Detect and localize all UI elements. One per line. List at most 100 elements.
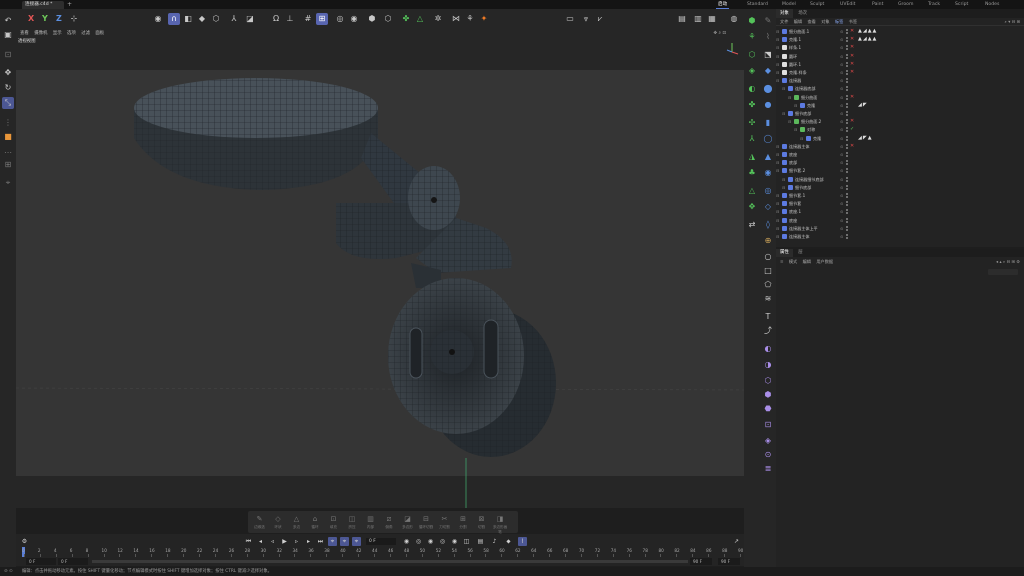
timeline-ruler[interactable] — [22, 547, 742, 557]
expand-icon[interactable]: ⊟ — [776, 192, 779, 199]
expand-icon[interactable]: ⊟ — [776, 28, 779, 35]
viewport-menu-options[interactable]: 选项 — [67, 31, 76, 36]
object-name[interactable]: 连接器主体上平 — [789, 225, 818, 232]
expand-icon[interactable]: ⊟ — [794, 126, 797, 133]
disabled-icon[interactable]: ✕ — [850, 36, 854, 43]
render-to-picture-icon[interactable]: ▦ — [706, 13, 718, 25]
editor-visibility-dot[interactable] — [846, 135, 848, 138]
cube-primitive-icon[interactable]: ◆ — [762, 65, 774, 77]
editor-visibility-dot[interactable] — [846, 209, 848, 212]
cube-object-icon[interactable]: ⬢ — [746, 15, 758, 27]
dock-tool[interactable]: ✂ 刀切割 — [437, 513, 452, 531]
disabled-icon[interactable]: ✕ — [850, 61, 854, 68]
perspective-viewport[interactable]: 透视视图 — [16, 38, 744, 508]
object-row[interactable]: ⊟ 细分曲面.2 ⊙ ✕ — [776, 118, 1024, 125]
object-row[interactable]: ⊟ 连接器细节底部 ⊙ — [776, 176, 1024, 183]
cloner-icon[interactable]: ✥ — [746, 201, 758, 213]
render-view-icon[interactable]: ◉ — [152, 13, 164, 25]
layer-icon[interactable]: ⊙ — [840, 85, 843, 92]
render-visibility-dot[interactable] — [846, 56, 848, 59]
next-key-icon[interactable]: ▸ — [304, 537, 313, 546]
disabled-icon[interactable]: ✕ — [850, 143, 854, 150]
am-menu-icon[interactable]: ≡ — [780, 259, 784, 264]
object-name[interactable]: 细节底部 — [795, 110, 811, 117]
object-row[interactable]: ⊟ 底座 ⊙ — [776, 151, 1024, 158]
layer-icon[interactable]: ⊙ — [840, 159, 843, 166]
editor-visibility-dot[interactable] — [846, 119, 848, 122]
object-name[interactable]: 细节底部 — [795, 184, 811, 191]
om-menu-view[interactable]: 查看 — [807, 19, 815, 24]
expand-icon[interactable]: ⊟ — [776, 217, 779, 224]
layer-icon[interactable]: ⊙ — [840, 61, 843, 68]
object-name[interactable]: 连接器主体 — [789, 233, 809, 240]
tab-objects[interactable]: 对象 — [776, 9, 793, 18]
layout-tab[interactable]: Sculpt — [810, 0, 824, 9]
object-row[interactable]: ⊟ 细节套.1 ⊙ — [776, 192, 1024, 199]
render-visibility-dot[interactable] — [846, 237, 848, 239]
mograph-icon[interactable]: ✤ — [400, 13, 412, 25]
figure-spline-icon[interactable]: ⊕ — [762, 235, 774, 247]
range-bar[interactable] — [92, 560, 688, 563]
model-mode-icon[interactable]: ▣ — [2, 29, 14, 41]
layout-tab[interactable]: Track — [928, 0, 940, 9]
expand-icon[interactable]: ⊟ — [776, 200, 779, 207]
layer-icon[interactable]: ⊙ — [840, 151, 843, 158]
render-visibility-dot[interactable] — [846, 97, 848, 100]
object-name[interactable]: 细分曲面 — [801, 94, 817, 101]
object-row[interactable]: ⊟ 连接器主体 ⊙ ✕ — [776, 143, 1024, 150]
expand-icon[interactable]: ⊟ — [776, 61, 779, 68]
record-pla-icon[interactable]: ◉ — [450, 537, 459, 546]
record-scale-icon[interactable]: ◉ — [426, 537, 435, 546]
editor-visibility-dot[interactable] — [846, 78, 848, 81]
interpolation-icon[interactable]: ⌇ — [518, 537, 527, 546]
dock-tool[interactable]: △ 多边 — [289, 513, 304, 531]
object-name[interactable]: 克隆 — [813, 135, 821, 142]
character-icon[interactable]: ⚘ — [464, 13, 476, 25]
render-visibility-dot[interactable] — [846, 204, 848, 207]
object-row[interactable]: ⊟ 细节底部 ⊙ — [776, 110, 1024, 117]
move-tool-icon[interactable]: ✥ — [2, 67, 14, 79]
editor-visibility-dot[interactable] — [846, 152, 848, 154]
dock-tool[interactable]: ◨ 多边形画笔 — [493, 513, 508, 534]
plane-icon[interactable]: ◇ — [762, 201, 774, 213]
render-visibility-dot[interactable] — [846, 146, 848, 149]
object-name[interactable]: 克隆.1 — [789, 36, 801, 43]
edges-mode-icon[interactable]: ⋯ — [2, 147, 14, 159]
cube-rotate-icon[interactable]: ⬡ — [210, 13, 222, 25]
render-visibility-dot[interactable] — [846, 32, 848, 34]
render-visibility-dot[interactable] — [846, 179, 848, 182]
editor-visibility-dot[interactable] — [846, 53, 848, 56]
object-row[interactable]: ⊟ 克隆.1 ⊙ ✕ ▲◢▲▲ — [776, 36, 1024, 43]
object-name[interactable]: 底座 — [789, 217, 797, 224]
uv-mode-icon[interactable]: ⊞ — [2, 159, 14, 171]
grid-snap-icon[interactable]: # — [302, 13, 314, 25]
cube-wire-icon[interactable]: ◧ — [182, 13, 194, 25]
render-queue-icon[interactable]: ▥ — [692, 13, 704, 25]
record-position-icon[interactable]: ◉ — [402, 537, 411, 546]
expand-icon[interactable]: ⊟ — [782, 110, 785, 117]
editor-visibility-dot[interactable] — [846, 234, 848, 236]
object-row[interactable]: ⊟ 连接器主体上平 ⊙ — [776, 225, 1024, 232]
render-visibility-dot[interactable] — [846, 40, 848, 43]
layer-icon[interactable]: ⊙ — [840, 167, 843, 174]
object-row[interactable]: ⊟ 连接器底部 ⊙ — [776, 85, 1024, 92]
coordinate-system-icon[interactable]: ⊹ — [68, 13, 80, 25]
object-row[interactable]: ⊟ 克隆.样条 ⊙ ✕ — [776, 69, 1024, 76]
om-menu-file[interactable]: 文件 — [780, 19, 788, 24]
half-square-icon[interactable]: ◪ — [244, 13, 256, 25]
sweep-icon[interactable]: ⤴ — [762, 325, 774, 337]
dock-tool[interactable]: ◫ 挤压 — [345, 513, 360, 531]
layer-icon[interactable]: ⊙ — [840, 94, 843, 101]
editor-visibility-dot[interactable] — [846, 176, 848, 179]
instance-icon[interactable]: ⅄ — [746, 133, 758, 145]
z-axis-lock[interactable]: Z — [56, 13, 62, 25]
axis-gizmo-icon[interactable] — [724, 40, 740, 56]
object-row[interactable]: ⊟ 底座 ⊙ — [776, 217, 1024, 224]
subdivision-icon[interactable]: ⬡ — [746, 49, 758, 61]
om-search-icon[interactable]: ⌕ ▾ ⊟ ⊞ — [1005, 18, 1020, 26]
select-tool-icon[interactable]: ⊡ — [2, 49, 14, 61]
object-name[interactable]: 底部 — [789, 159, 797, 166]
render-visibility-dot[interactable] — [846, 73, 848, 75]
eye-icon[interactable]: ⊙ — [762, 449, 774, 461]
editor-visibility-dot[interactable] — [846, 61, 848, 64]
